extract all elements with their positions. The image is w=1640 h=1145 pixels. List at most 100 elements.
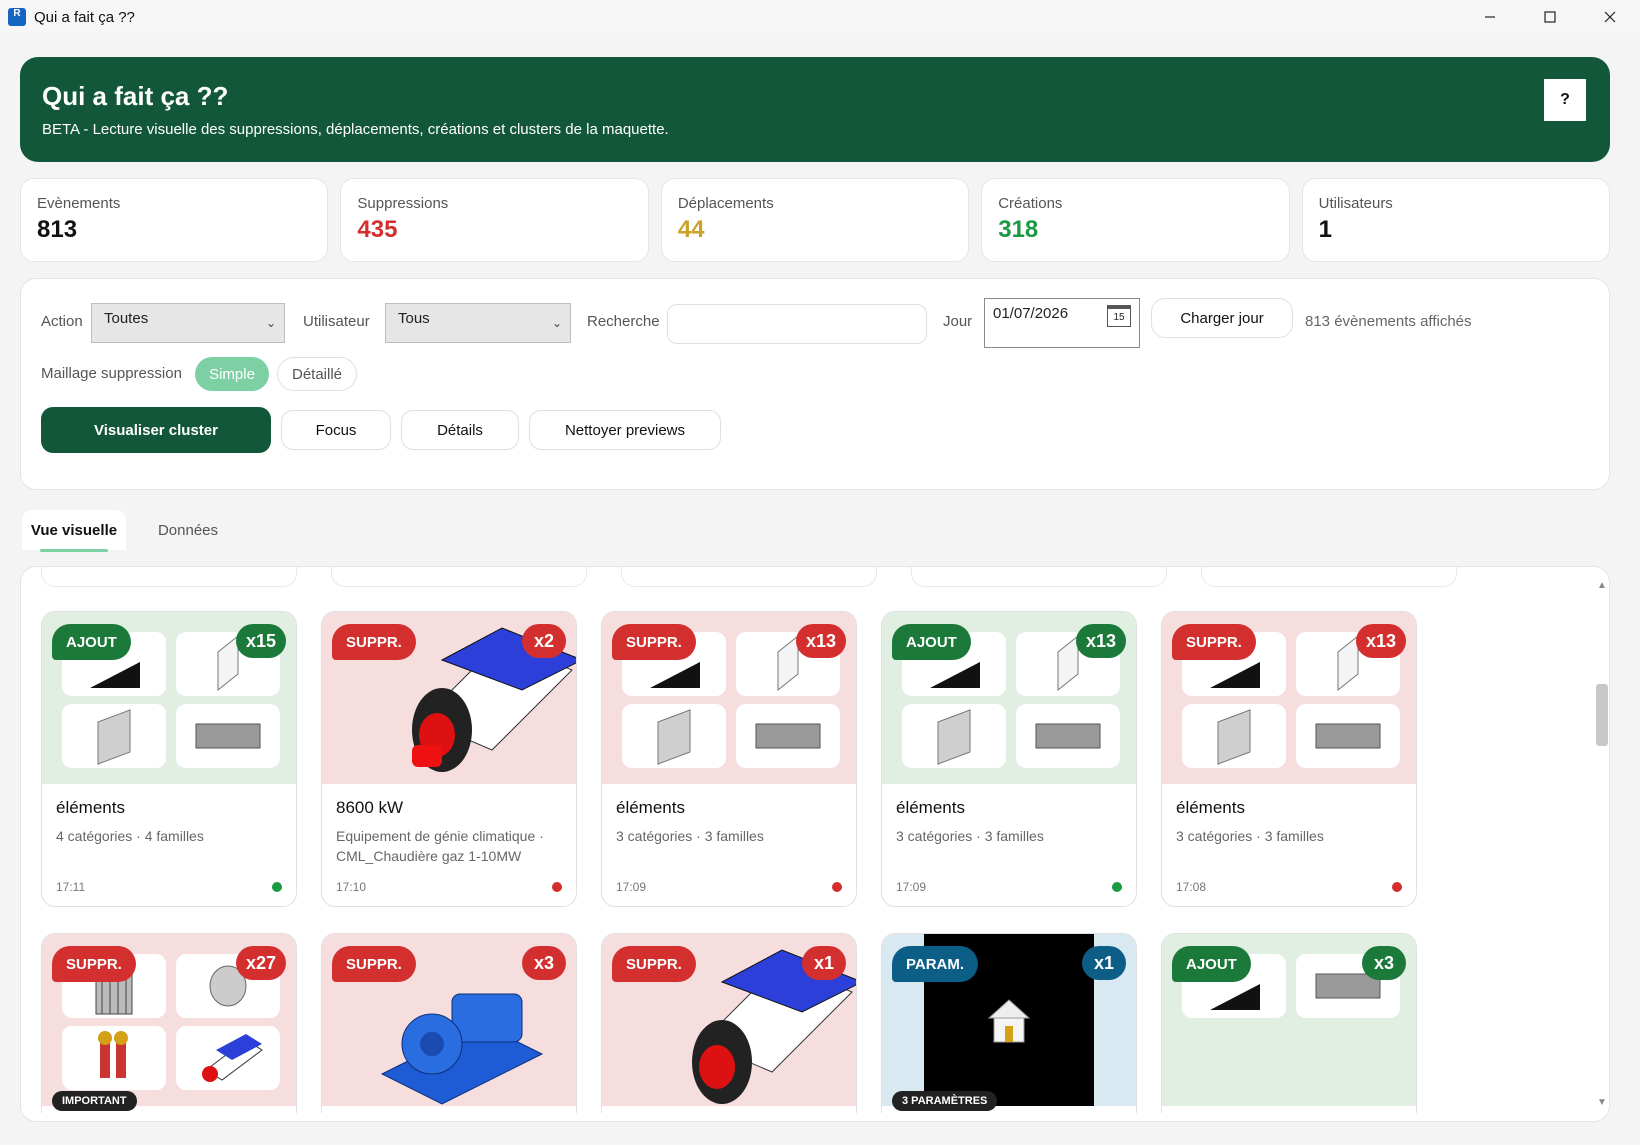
card-title: 8600 kW bbox=[336, 798, 404, 817]
clean-previews-button[interactable]: Nettoyer previews bbox=[529, 410, 721, 450]
header-banner: Qui a fait ça ?? BETA - Lecture visuelle… bbox=[20, 57, 1610, 162]
scroll-thumb[interactable] bbox=[1596, 684, 1608, 746]
action-badge: SUPPR. bbox=[612, 624, 696, 660]
thumbnail bbox=[1182, 704, 1286, 768]
tab-data[interactable]: Données bbox=[140, 510, 236, 550]
page-subtitle: BETA - Lecture visuelle des suppressions… bbox=[42, 121, 669, 138]
card-time: 17:10 bbox=[336, 880, 367, 894]
count-badge: x15 bbox=[235, 624, 286, 658]
stat-label: Créations bbox=[998, 195, 1063, 212]
page-title: Qui a fait ça ?? bbox=[42, 81, 229, 111]
params-tag: 3 PARAMÈTRES bbox=[892, 1091, 998, 1111]
card-subtitle: Equipement de génie climatique · CML_Cha… bbox=[336, 828, 544, 864]
thumbnail bbox=[902, 704, 1006, 768]
stat-label: Déplacements bbox=[677, 195, 774, 212]
event-card[interactable]: SUPPR. x3 bbox=[321, 933, 577, 1113]
card-time: 17:09 bbox=[896, 880, 927, 894]
action-badge: SUPPR. bbox=[1172, 624, 1256, 660]
count-badge: x3 bbox=[522, 946, 566, 980]
action-badge: AJOUT bbox=[52, 624, 131, 660]
count-badge: x2 bbox=[522, 624, 566, 658]
card-peek bbox=[621, 567, 877, 587]
count-badge: x13 bbox=[1355, 624, 1406, 658]
action-badge: SUPPR. bbox=[52, 946, 136, 982]
card-subtitle: 3 catégories · 3 familles bbox=[1176, 828, 1324, 844]
mesh-detailed-toggle[interactable]: Détaillé bbox=[277, 357, 357, 391]
thumbnail bbox=[62, 1026, 166, 1090]
visualize-cluster-button[interactable]: Visualiser cluster bbox=[41, 407, 271, 453]
card-time: 17:09 bbox=[616, 880, 647, 894]
event-card[interactable]: SUPPR. x13 éléments 3 catégories · 3 fam… bbox=[1161, 611, 1417, 907]
thumbnail bbox=[1296, 704, 1400, 768]
day-date-picker[interactable]: 01/07/2026 15 bbox=[984, 298, 1140, 348]
focus-button[interactable]: Focus bbox=[281, 410, 391, 450]
count-badge: x3 bbox=[1362, 946, 1406, 980]
action-badge: SUPPR. bbox=[332, 946, 416, 982]
event-card[interactable]: AJOUT x3 bbox=[1161, 933, 1417, 1113]
action-label: Action bbox=[41, 313, 83, 330]
status-dot bbox=[272, 882, 282, 892]
card-title: éléments bbox=[616, 798, 685, 817]
chevron-down-icon: ⌄ bbox=[551, 316, 562, 330]
status-dot bbox=[1112, 882, 1122, 892]
chevron-down-icon: ⌄ bbox=[265, 316, 276, 330]
count-badge: x27 bbox=[235, 946, 286, 980]
stats-row: Evènements 813 Suppressions 435 Déplacem… bbox=[20, 178, 1611, 262]
count-badge: x1 bbox=[1082, 946, 1126, 980]
thumbnail bbox=[176, 1026, 280, 1090]
load-day-button[interactable]: Charger jour bbox=[1151, 298, 1293, 338]
event-card[interactable]: SUPPR. x13 éléments 3 catégories · 3 fam… bbox=[601, 611, 857, 907]
window-titlebar: R Qui a fait ça ?? bbox=[0, 0, 1640, 34]
event-card[interactable]: SUPPR. x2 8600 kW Equipement de génie cl… bbox=[321, 611, 577, 907]
day-label: Jour bbox=[943, 313, 973, 330]
important-tag: IMPORTANT bbox=[52, 1091, 137, 1111]
thumbnail bbox=[1016, 704, 1120, 768]
search-input[interactable] bbox=[667, 304, 927, 344]
close-icon[interactable] bbox=[1580, 0, 1640, 34]
cards-scrollbar[interactable]: ▲ ▼ bbox=[1594, 578, 1610, 1110]
displayed-count: 813 évènements affichés bbox=[1305, 313, 1472, 330]
status-dot bbox=[832, 882, 842, 892]
card-title: éléments bbox=[1176, 798, 1245, 817]
card-time: 17:11 bbox=[56, 880, 86, 894]
event-card[interactable]: AJOUT x15 éléments 4 catégories · 4 fami… bbox=[41, 611, 297, 907]
action-badge: PARAM. bbox=[892, 946, 979, 982]
count-badge: x13 bbox=[795, 624, 846, 658]
stat-label: Evènements bbox=[37, 195, 121, 212]
status-dot bbox=[552, 882, 562, 892]
event-card[interactable]: SUPPR. x27 IMPORTANT bbox=[41, 933, 297, 1113]
card-peek bbox=[331, 567, 587, 587]
action-badge: AJOUT bbox=[892, 624, 971, 660]
help-button[interactable]: ? bbox=[1544, 79, 1586, 121]
day-value: 01/07/2026 bbox=[993, 305, 1069, 322]
user-select[interactable]: Tous ⌄ bbox=[385, 303, 571, 343]
card-title: éléments bbox=[56, 798, 125, 817]
count-badge: x1 bbox=[802, 946, 846, 980]
action-badge: SUPPR. bbox=[612, 946, 696, 982]
event-card[interactable]: PARAM. x1 3 PARAMÈTRES bbox=[881, 933, 1137, 1113]
card-peek bbox=[911, 567, 1167, 587]
calendar-icon[interactable]: 15 bbox=[1107, 305, 1131, 327]
thumbnail bbox=[622, 704, 726, 768]
filters-panel: Action Toutes ⌄ Utilisateur Tous ⌄ Reche… bbox=[20, 278, 1610, 490]
thumbnail bbox=[62, 704, 166, 768]
count-badge: x13 bbox=[1075, 624, 1126, 658]
stat-users: Utilisateurs 1 bbox=[1301, 178, 1611, 262]
details-button[interactable]: Détails bbox=[401, 410, 519, 450]
event-card[interactable]: SUPPR. x1 bbox=[601, 933, 857, 1113]
scroll-down-icon[interactable]: ▼ bbox=[1594, 1097, 1610, 1108]
event-card[interactable]: AJOUT x13 éléments 3 catégories · 3 fami… bbox=[881, 611, 1137, 907]
stat-value: 318 bbox=[998, 216, 1039, 243]
stat-deletions: Suppressions 435 bbox=[340, 178, 649, 262]
window-title: Qui a fait ça ?? bbox=[34, 8, 135, 26]
action-select[interactable]: Toutes ⌄ bbox=[91, 303, 285, 343]
minimize-icon[interactable] bbox=[1460, 0, 1520, 34]
maximize-icon[interactable] bbox=[1520, 0, 1580, 34]
mesh-simple-toggle[interactable]: Simple bbox=[195, 357, 269, 391]
action-badge: SUPPR. bbox=[332, 624, 416, 660]
stat-value: 813 bbox=[37, 216, 78, 243]
tab-visual-view[interactable]: Vue visuelle bbox=[22, 510, 126, 552]
scroll-up-icon[interactable]: ▲ bbox=[1594, 580, 1610, 591]
user-label: Utilisateur bbox=[303, 313, 370, 330]
search-label: Recherche bbox=[587, 313, 660, 330]
